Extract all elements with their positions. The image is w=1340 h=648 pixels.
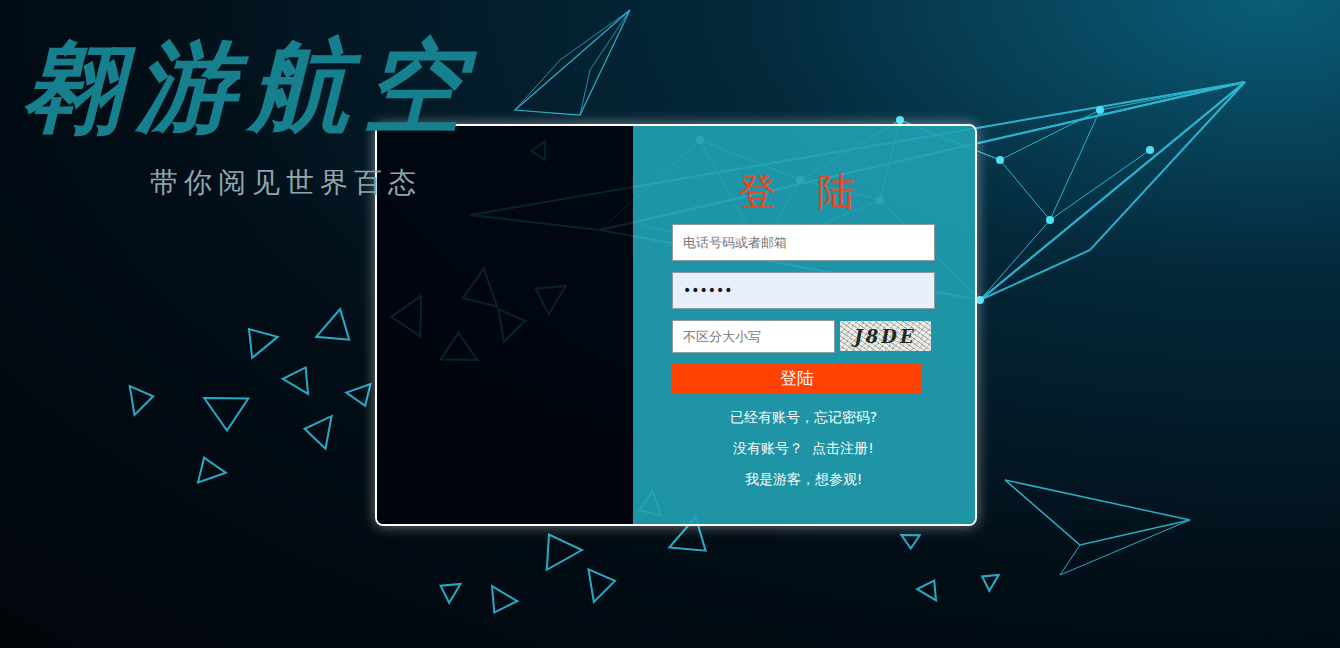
brand: 翱游航空带你阅见世界百态 [22,26,478,202]
login-card: 登 陆 J8DE 登陆已经有账号，忘记密码? 没有账号？ 点击注册! 我是游客，想参观! [375,124,977,526]
brand-title: 翱游航空 [22,26,478,146]
captcha-image[interactable]: J8DE [840,321,931,351]
brand-slogan: 带你阅见世界百态 [150,164,422,202]
form-title: 登 陆 [672,170,975,216]
form-link[interactable]: 我是游客，想参观! [745,468,863,490]
login-page: 翱游航空带你阅见世界百态登 陆J8DE登陆已经有账号，忘记密码?没有账号？ 点击… [0,0,1340,648]
login-button[interactable]: 登陆 [672,364,922,393]
form-link[interactable]: 没有账号？ 点击注册! [733,437,874,459]
password-input[interactable] [672,272,935,309]
form-link[interactable]: 已经有账号，忘记密码? [730,406,877,428]
link-list: 已经有账号，忘记密码? 没有账号？ 点击注册! 我是游客，想参观! [672,406,975,490]
captcha-input[interactable] [672,320,835,353]
login-form: 登 陆 J8DE 登陆已经有账号，忘记密码? 没有账号？ 点击注册! 我是游客，想参观! [633,126,975,524]
account-input[interactable] [672,224,935,261]
captcha-row: J8DE [672,320,931,353]
